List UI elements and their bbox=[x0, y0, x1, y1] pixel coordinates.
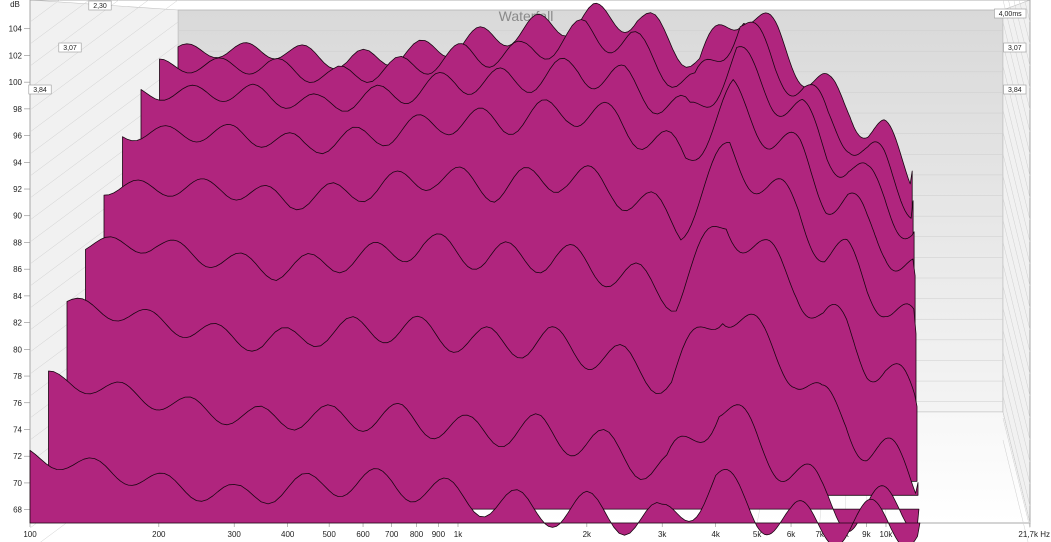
y-axis-ticks: 68 70 72 74 76 78 80 82 84 86 88 90 92 94 96 98 100 102 10… bbox=[9, 25, 30, 515]
time-slice-label: 3,07 bbox=[58, 42, 82, 53]
y-axis-unit-label: dB bbox=[10, 0, 20, 9]
x-tick-label: 1k bbox=[454, 530, 463, 539]
y-tick-label: 98 bbox=[13, 105, 22, 114]
y-tick-label: 80 bbox=[13, 345, 22, 354]
y-tick-label: 90 bbox=[13, 212, 22, 221]
time-slice-label: 3,07 bbox=[1003, 42, 1027, 53]
y-tick-label: 84 bbox=[13, 292, 22, 301]
x-tick-label: 600 bbox=[356, 530, 370, 539]
x-tick-label: 500 bbox=[322, 530, 336, 539]
x-tick-label: 9k bbox=[862, 530, 871, 539]
y-tick-label: 78 bbox=[13, 372, 22, 381]
y-tick-label: 82 bbox=[13, 319, 22, 328]
svg-text:2,30: 2,30 bbox=[93, 3, 107, 10]
x-tick-label: 300 bbox=[228, 530, 242, 539]
time-slice-label: 3,84 bbox=[28, 84, 52, 95]
y-tick-label: 74 bbox=[13, 425, 22, 434]
x-tick-label: 6k bbox=[787, 530, 796, 539]
svg-text:3,84: 3,84 bbox=[33, 87, 47, 94]
svg-text:3,07: 3,07 bbox=[1008, 45, 1022, 52]
x-tick-label: 100 bbox=[23, 530, 37, 539]
time-slice-label: 3,84 bbox=[1003, 84, 1027, 95]
y-tick-label: 72 bbox=[13, 452, 22, 461]
x-tick-label: 200 bbox=[152, 530, 166, 539]
x-tick-label: 3k bbox=[658, 530, 667, 539]
y-tick-label: 100 bbox=[9, 78, 23, 87]
y-tick-label: 86 bbox=[13, 265, 22, 274]
y-tick-label: 76 bbox=[13, 399, 22, 408]
svg-text:4,00ms: 4,00ms bbox=[999, 11, 1022, 18]
x-tick-label: 21,7k Hz bbox=[1018, 530, 1050, 539]
waterfall-chart: Waterfall dB 687072747678808284868890929… bbox=[9, 0, 1050, 542]
x-tick-label: 400 bbox=[281, 530, 295, 539]
y-tick-label: 88 bbox=[13, 238, 22, 247]
svg-text:3,84: 3,84 bbox=[1008, 87, 1022, 94]
y-tick-label: 104 bbox=[9, 25, 23, 34]
y-tick-label: 96 bbox=[13, 132, 22, 141]
y-tick-label: 102 bbox=[9, 51, 23, 60]
svg-text:3,07: 3,07 bbox=[63, 45, 77, 52]
y-tick-label: 92 bbox=[13, 185, 22, 194]
time-slice-label: 2,30 bbox=[88, 0, 112, 11]
time-slice-label: 4,00ms bbox=[994, 8, 1027, 19]
x-tick-label: 700 bbox=[385, 530, 399, 539]
y-tick-label: 94 bbox=[13, 158, 22, 167]
x-tick-label: 900 bbox=[432, 530, 446, 539]
x-tick-label: 10k bbox=[880, 530, 894, 539]
x-tick-label: 800 bbox=[410, 530, 424, 539]
y-tick-label: 70 bbox=[13, 479, 22, 488]
waterfall-slices bbox=[29, 2, 921, 542]
x-tick-label: 4k bbox=[711, 530, 720, 539]
x-tick-label: 2k bbox=[583, 530, 592, 539]
y-tick-label: 68 bbox=[13, 506, 22, 515]
